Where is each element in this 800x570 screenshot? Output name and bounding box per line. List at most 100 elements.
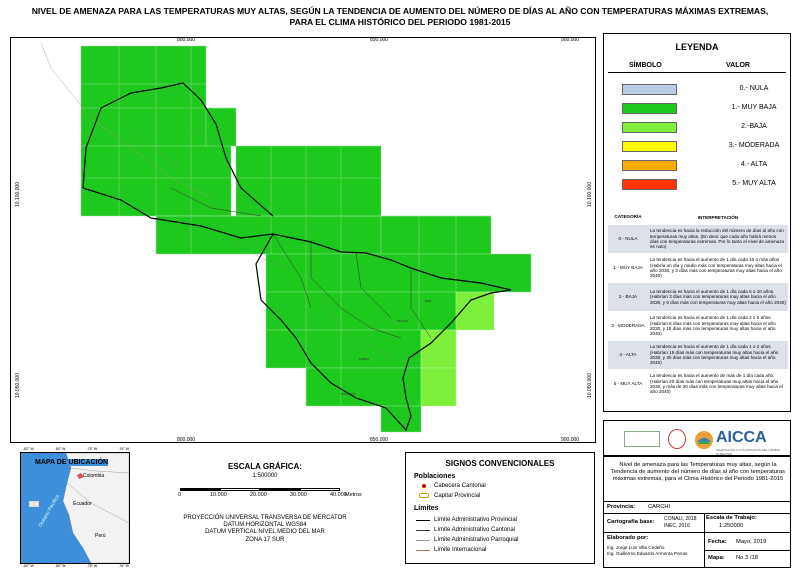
- carto-value-2: INEC, 2016: [664, 523, 690, 529]
- province-value: CARCHI: [648, 504, 671, 510]
- carto-label: Cartografía base:: [607, 519, 655, 525]
- location-map: MAPA DE UBICACIÓN Colombia Ecuador Perú …: [20, 447, 130, 568]
- coord-right-0: 10.100.000: [587, 182, 593, 208]
- date-value: Mayo, 2019: [736, 539, 767, 545]
- author-label: Elaborado por:: [607, 535, 649, 541]
- interp-row: 1 - MUY BAJA La tendencia es hacia el aum…: [608, 253, 788, 282]
- main-map: MIRA BOLÍVAR ESPEJO MONTÚFAR 800.000 850…: [10, 37, 596, 443]
- proj-line-2: DATUM HORIZONTAL WGS84: [223, 522, 307, 529]
- interp-row: 3 - MODERADA La tendencia es hacia el aum…: [608, 311, 788, 340]
- loc-lon-top: -82° W -80° W -78° W -76° W: [23, 447, 129, 451]
- legend-swatch: [622, 160, 677, 171]
- signs-cant: Límite Administrativo Cantonal: [434, 527, 516, 533]
- map-title: NIVEL DE AMENAZA PARA LAS TEMPERATURAS M…: [10, 6, 790, 28]
- signs-poblaciones: Poblaciones: [414, 473, 456, 480]
- legend-swatch: [622, 103, 677, 114]
- capital-symbol: [419, 493, 429, 498]
- proj-line-4: ZONA 17 SUR: [245, 536, 285, 543]
- legend-label: 3.- MODERADA: [728, 142, 780, 149]
- interp-category: 4 - ALTA: [619, 352, 637, 358]
- legend-col-symbol: SÍMBOLO: [629, 62, 662, 69]
- scale-tick-2: 20.000: [250, 492, 267, 498]
- aicca-logo-text: AICCA: [716, 429, 767, 446]
- scale-tick-0: 0: [178, 492, 182, 498]
- loc-lon-bottom-0: -82° W: [23, 564, 34, 568]
- scale-work-label: Escala de Trabajo:: [706, 515, 757, 521]
- scale-unit: Metros: [345, 492, 362, 498]
- country-peru: Perú: [95, 533, 106, 539]
- date-label: Fecha:: [708, 539, 727, 545]
- interp-text: La tendencia es hacia el aumento de 1 dí…: [650, 288, 786, 305]
- legend-label: 0.- NULA: [739, 85, 769, 92]
- loc-lon-top-3: -76° W: [118, 447, 129, 451]
- interp-text: La tendencia es hacia el aumento de 1 dí…: [650, 344, 779, 366]
- signs-title: SIGNOS CONVENCIONALES: [445, 459, 555, 468]
- cabecera-symbol: [422, 484, 426, 488]
- coord-right-1: 10.050.000: [587, 373, 593, 399]
- legend-label: 4.- ALTA: [740, 161, 768, 168]
- country-ecuador: Ecuador: [73, 501, 92, 507]
- interpretation-table: CATEGORÍA INTERPRETACIÓN 0 - NULA La tend…: [608, 214, 788, 398]
- scale-block: ESCALA GRÁFICA: 1:500000 0 10.000 20.000…: [160, 462, 370, 562]
- map-number-label: Mapa:: [708, 555, 725, 561]
- legend-swatch: [622, 122, 677, 133]
- interp-text: La tendencia es hacia la reducción del n…: [650, 228, 785, 250]
- cant-line-symbol: [416, 530, 430, 531]
- map-title-line2: PARA EL CLIMA HISTÓRICO DEL PERIODO 1981…: [289, 17, 511, 27]
- interp-row: 5 - MUY ALTA La tendencia es hacia el aum…: [608, 369, 788, 398]
- scale-tick-3: 30.000: [290, 492, 307, 498]
- location-title: MAPA DE UBICACIÓN: [35, 459, 109, 466]
- parr-line-symbol: [416, 540, 430, 541]
- interp-category: 2 - BAJA: [618, 294, 638, 300]
- aicca-subtitle: ADAPTACIÓN A LOS IMPACTOS DEL CAMBIO CLI…: [716, 448, 781, 456]
- prov-line-symbol: [416, 520, 430, 521]
- signs-cabecera: Cabecera Cantonal: [434, 483, 486, 489]
- legend-swatch: [622, 84, 677, 95]
- legend-divider: [608, 72, 786, 73]
- legend-item: 1.- MUY BAJA: [614, 103, 789, 117]
- intl-line-symbol: [416, 550, 430, 551]
- scale-work-value: 1:250000: [719, 523, 744, 529]
- signs-parr: Límite Administrativo Parroquial: [434, 537, 519, 543]
- coord-left-1: 10.050.000: [15, 373, 21, 399]
- coord-top-2: 900.000: [561, 37, 580, 43]
- legend-label: 1.- MUY BAJA: [731, 104, 777, 111]
- svg-text:ESPEJO: ESPEJO: [359, 357, 369, 361]
- conventional-signs: SIGNOS CONVENCIONALES Poblaciones Cabece…: [405, 452, 595, 564]
- interp-text: La tendencia es hacia el aumento de 1 dí…: [650, 315, 776, 337]
- loc-lon-bottom: -82° W -80° W -78° W -76° W: [23, 564, 129, 568]
- map-number-value: No 3 /18: [736, 555, 758, 561]
- signs-limites: Límites: [414, 505, 439, 512]
- loc-lon-bottom-1: -80° W: [54, 564, 66, 568]
- logos-panel: AICCA ADAPTACIÓN A LOS IMPACTOS DEL CAMB…: [603, 420, 791, 456]
- legend-title: LEYENDA: [675, 42, 719, 52]
- legend-label: 2.-BAJA: [741, 123, 767, 130]
- coord-bottom-2: 900.000: [561, 437, 580, 443]
- legend-item: 2.-BAJA: [614, 122, 789, 136]
- legend-col-value: VALOR: [726, 62, 750, 69]
- legend-swatch: [622, 179, 677, 190]
- loc-lon-top-1: -80° W: [54, 447, 66, 451]
- interp-head-txt: INTERPRETACIÓN: [697, 215, 739, 220]
- coord-top-0: 800.000: [177, 37, 196, 43]
- author-1: Ing. Jorge Luis Villa Cedeño: [607, 545, 665, 550]
- interp-category: 5 - MUY ALTA: [613, 381, 643, 387]
- ministry-logo: [624, 431, 660, 447]
- signs-prov: Límite Administrativo Provincial: [434, 517, 518, 523]
- interp-rows: 0 - NULA La tendencia es hacia la reducci…: [608, 224, 788, 398]
- aicca-logo-icon: [694, 430, 714, 450]
- interp-row: 4 - ALTA La tendencia es hacia el aumento…: [608, 340, 788, 369]
- legend-swatch: [622, 141, 677, 152]
- scale-title: ESCALA GRÁFICA:: [228, 462, 302, 471]
- proj-line-3: DATUM VERTICAL NIVEL MEDIO DEL MAR: [205, 529, 325, 536]
- province-label: Provincia:: [607, 504, 636, 510]
- scale-tick-1: 10.000: [210, 492, 227, 498]
- interp-category: 3 - MODERADA: [611, 323, 645, 329]
- interp-text: La tendencia es hacia el aumento de 1 dí…: [650, 257, 782, 279]
- loc-lon-top-2: -78° W: [86, 447, 98, 451]
- author-2: Ing. Guillermo Eduardo Armenta Porras: [607, 551, 688, 556]
- legend-item: 4.- ALTA: [614, 160, 789, 174]
- ecuador-seal: [668, 429, 686, 449]
- interp-row: 0 - NULA La tendencia es hacia la reducci…: [608, 224, 788, 253]
- legend-item: 3.- MODERADA: [614, 141, 789, 155]
